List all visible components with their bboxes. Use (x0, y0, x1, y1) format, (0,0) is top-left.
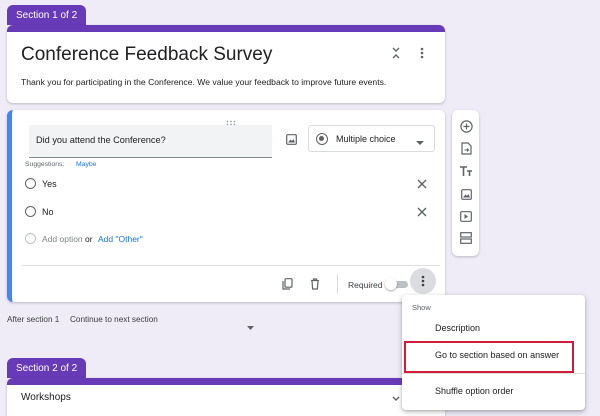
import-questions-icon[interactable] (459, 141, 473, 155)
section-2-card[interactable]: Workshops (7, 378, 445, 416)
option-no-label[interactable]: No (42, 207, 54, 217)
form-description[interactable]: Thank you for participating in the Confe… (21, 77, 386, 87)
add-image-icon[interactable] (459, 187, 473, 201)
question-type-select[interactable]: Multiple choice (308, 125, 435, 152)
required-label: Required (348, 280, 383, 290)
menu-divider (402, 373, 585, 374)
add-video-icon[interactable] (459, 209, 473, 223)
add-other-button[interactable]: Add "Other" (98, 234, 143, 244)
suggestion-chip-maybe[interactable]: Maybe (76, 161, 96, 168)
option-radio-icon (25, 233, 36, 244)
footer-divider (337, 274, 338, 294)
section-2-tab: Section 2 of 2 (7, 358, 87, 378)
question-type-label: Multiple choice (336, 133, 396, 144)
form-title[interactable]: Conference Feedback Survey (21, 44, 272, 66)
form-header-card[interactable]: Conference Feedback Survey Thank you for… (7, 25, 445, 103)
radio-button-checked-icon (316, 132, 328, 145)
or-label: or (85, 234, 93, 244)
option-radio-icon (25, 206, 36, 217)
delete-icon[interactable] (306, 275, 324, 293)
divider (22, 265, 440, 266)
add-question-icon[interactable] (459, 119, 473, 133)
option-radio-icon (25, 178, 36, 189)
dropdown-arrow-icon[interactable] (247, 317, 254, 335)
section-1-tab: Section 1 of 2 (7, 5, 87, 25)
dropdown-arrow-icon (416, 137, 424, 147)
section-more-icon[interactable] (413, 44, 431, 62)
suggestions-label: Suggestions: (25, 161, 65, 168)
after-section-label: After section 1 (7, 315, 60, 324)
add-option-button[interactable]: Add option (42, 234, 83, 244)
menu-header: Show (412, 303, 431, 312)
add-title-icon[interactable] (459, 164, 473, 178)
duplicate-icon[interactable] (278, 275, 296, 293)
menu-item-description[interactable]: Description (435, 323, 480, 333)
menu-item-shuffle[interactable]: Shuffle option order (435, 386, 513, 396)
after-section-select[interactable]: Continue to next section (70, 315, 158, 324)
question-card[interactable]: Did you attend the Conference? Multiple … (7, 110, 445, 302)
remove-option-no-icon[interactable] (413, 203, 431, 221)
add-image-icon[interactable] (282, 130, 300, 148)
collapse-section-icon[interactable] (387, 44, 405, 62)
section-2-title[interactable]: Workshops (21, 392, 71, 403)
add-section-icon[interactable] (459, 231, 473, 245)
question-more-options-icon[interactable] (410, 268, 436, 294)
remove-option-yes-icon[interactable] (413, 175, 431, 193)
highlight-box (404, 341, 574, 373)
option-yes-label[interactable]: Yes (42, 179, 57, 189)
question-title-input[interactable]: Did you attend the Conference? (29, 125, 272, 158)
required-toggle[interactable] (385, 278, 409, 290)
question-toolbar (452, 110, 479, 256)
